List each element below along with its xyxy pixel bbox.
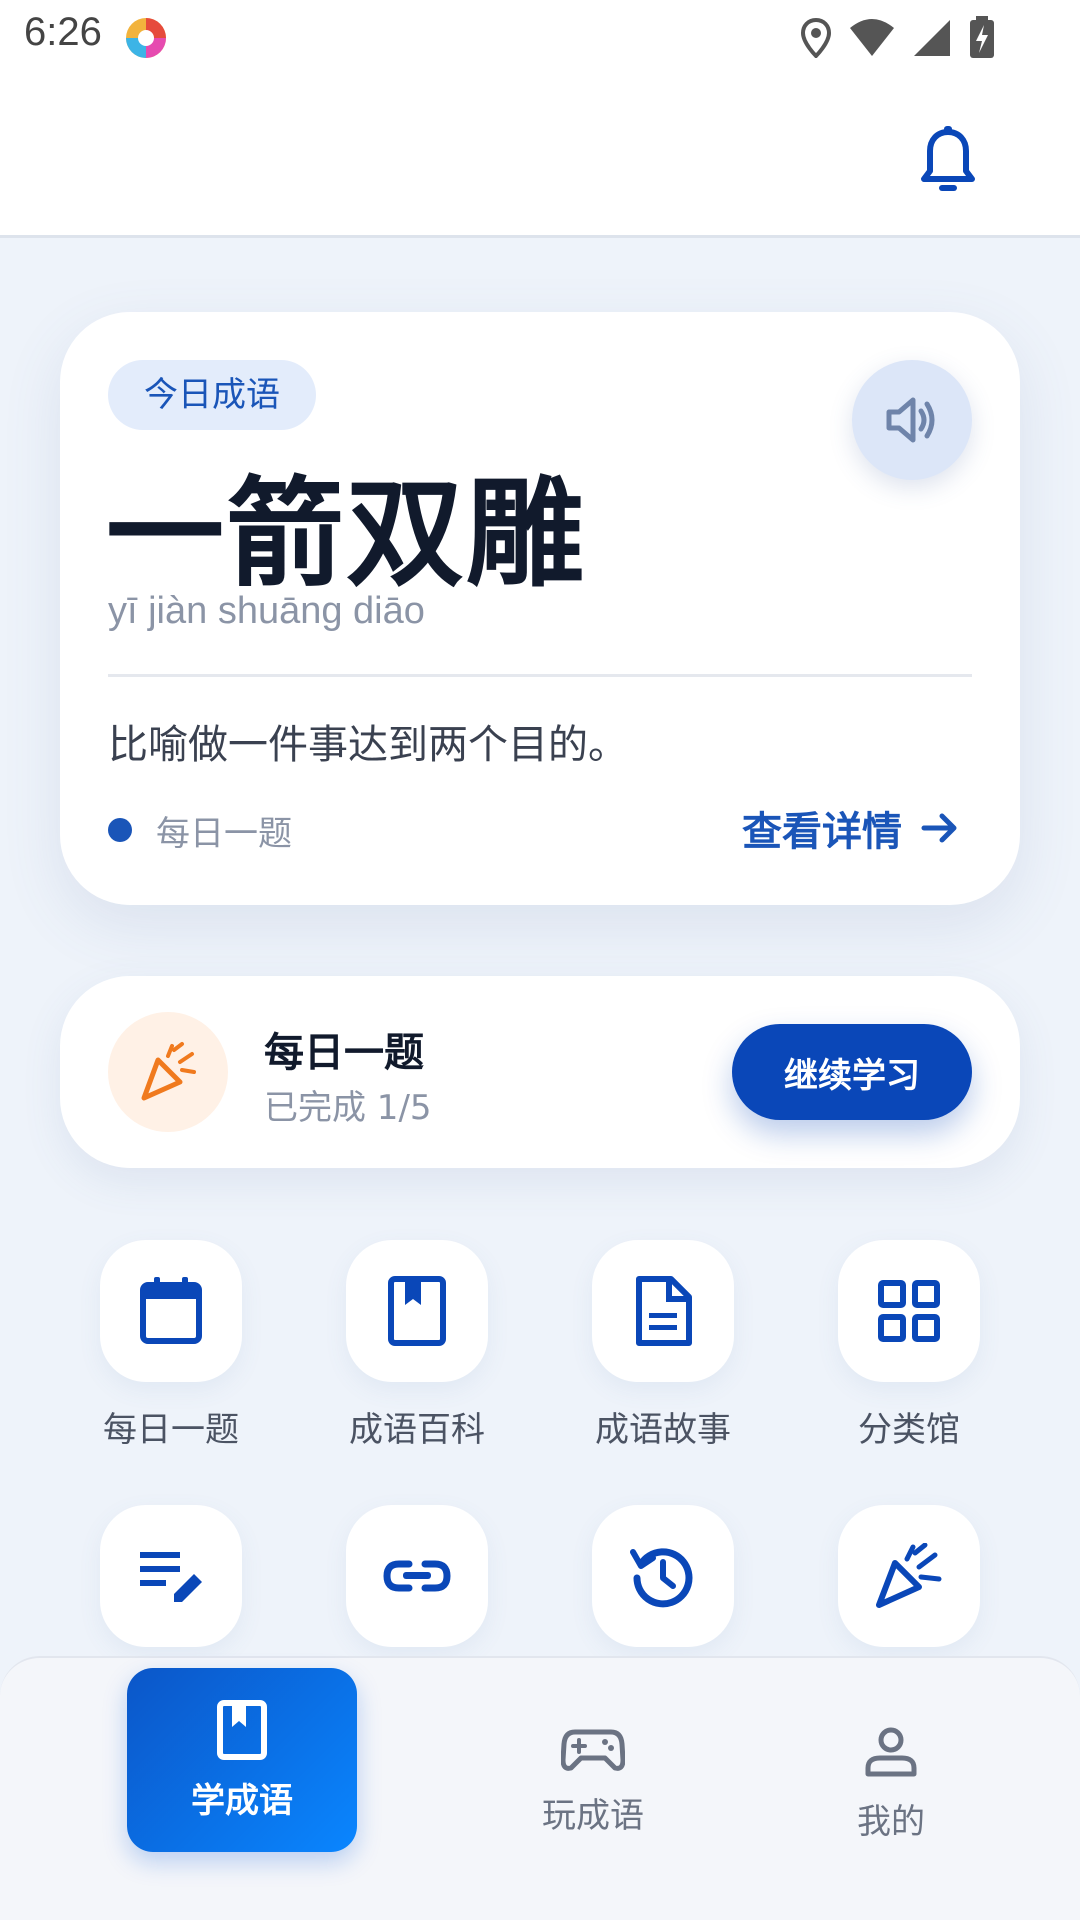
status-icons bbox=[800, 12, 996, 64]
status-time: 6:26 bbox=[24, 10, 102, 54]
nav-label: 玩成语 bbox=[542, 1796, 644, 1836]
view-details-label: 查看详情 bbox=[742, 809, 902, 855]
top-app-bar bbox=[0, 76, 1080, 238]
feature-tile[interactable] bbox=[592, 1505, 734, 1647]
idiom-meaning: 比喻做一件事达到两个目的。 bbox=[108, 722, 628, 768]
footer-dot bbox=[108, 818, 132, 842]
nav-learn-idioms[interactable]: 学成语 bbox=[127, 1668, 357, 1852]
pronounce-button[interactable] bbox=[852, 360, 972, 480]
book-icon bbox=[217, 1699, 267, 1760]
link-icon bbox=[383, 1560, 451, 1592]
status-bar: 6:26 bbox=[0, 0, 1080, 76]
edit-list-icon bbox=[140, 1552, 202, 1602]
idiom-pinyin: yī jiàn shuāng diāo bbox=[108, 590, 425, 632]
feature-label: 分类馆 bbox=[858, 1410, 960, 1450]
calendar-icon bbox=[140, 1277, 202, 1344]
gamepad-icon bbox=[561, 1729, 625, 1771]
history-icon bbox=[630, 1548, 693, 1608]
feature-tile[interactable] bbox=[838, 1240, 980, 1382]
nav-play-idioms[interactable]: 玩成语 bbox=[493, 1726, 693, 1837]
daily-task-card: 每日一题 已完成 1/5 继续学习 bbox=[60, 976, 1020, 1168]
battery-charging-icon bbox=[970, 16, 994, 58]
person-icon bbox=[865, 1727, 917, 1777]
wifi-icon bbox=[850, 19, 894, 56]
feature-tile[interactable] bbox=[100, 1240, 242, 1382]
app-logo-icon bbox=[126, 18, 166, 58]
feature-label: 成语百科 bbox=[349, 1410, 485, 1450]
feature-label: 成语故事 bbox=[595, 1410, 731, 1450]
feature-tile[interactable] bbox=[592, 1240, 734, 1382]
grid-icon bbox=[878, 1280, 940, 1342]
feature-tile[interactable] bbox=[100, 1505, 242, 1647]
feature-label: 每日一题 bbox=[103, 1410, 239, 1450]
view-details-link[interactable]: 查看详情 bbox=[742, 798, 960, 858]
continue-learning-button[interactable]: 继续学习 bbox=[732, 1024, 972, 1120]
feature-tile[interactable] bbox=[838, 1505, 980, 1647]
location-icon bbox=[800, 18, 832, 58]
footer-label: 每日一题 bbox=[156, 814, 292, 854]
document-icon bbox=[636, 1276, 692, 1346]
signal-icon bbox=[914, 20, 950, 56]
nav-profile[interactable]: 我的 bbox=[791, 1726, 991, 1843]
arrow-right-icon bbox=[921, 813, 957, 843]
feature-tile[interactable] bbox=[346, 1505, 488, 1647]
bottom-navigation: 学成语 玩成语 我的 bbox=[0, 1656, 1080, 1920]
daily-task-title: 每日一题 bbox=[264, 1030, 424, 1076]
speaker-icon bbox=[886, 397, 935, 443]
feature-tile[interactable] bbox=[346, 1240, 488, 1382]
nav-label: 学成语 bbox=[191, 1780, 293, 1821]
idiom-title: 一箭双雕 bbox=[106, 465, 587, 603]
party-popper-icon bbox=[141, 1042, 196, 1101]
notification-bell-icon[interactable] bbox=[918, 126, 978, 196]
card-divider bbox=[108, 674, 972, 677]
book-icon bbox=[388, 1276, 446, 1346]
party-popper-icon bbox=[876, 1543, 942, 1608]
today-idiom-card[interactable]: 今日成语 一箭双雕 yī jiàn shuāng diāo 比喻做一件事达到两个… bbox=[60, 312, 1020, 905]
today-idiom-tag: 今日成语 bbox=[108, 360, 316, 430]
daily-task-progress: 已完成 1/5 bbox=[264, 1088, 432, 1128]
party-badge bbox=[108, 1012, 228, 1132]
nav-label: 我的 bbox=[857, 1802, 925, 1842]
